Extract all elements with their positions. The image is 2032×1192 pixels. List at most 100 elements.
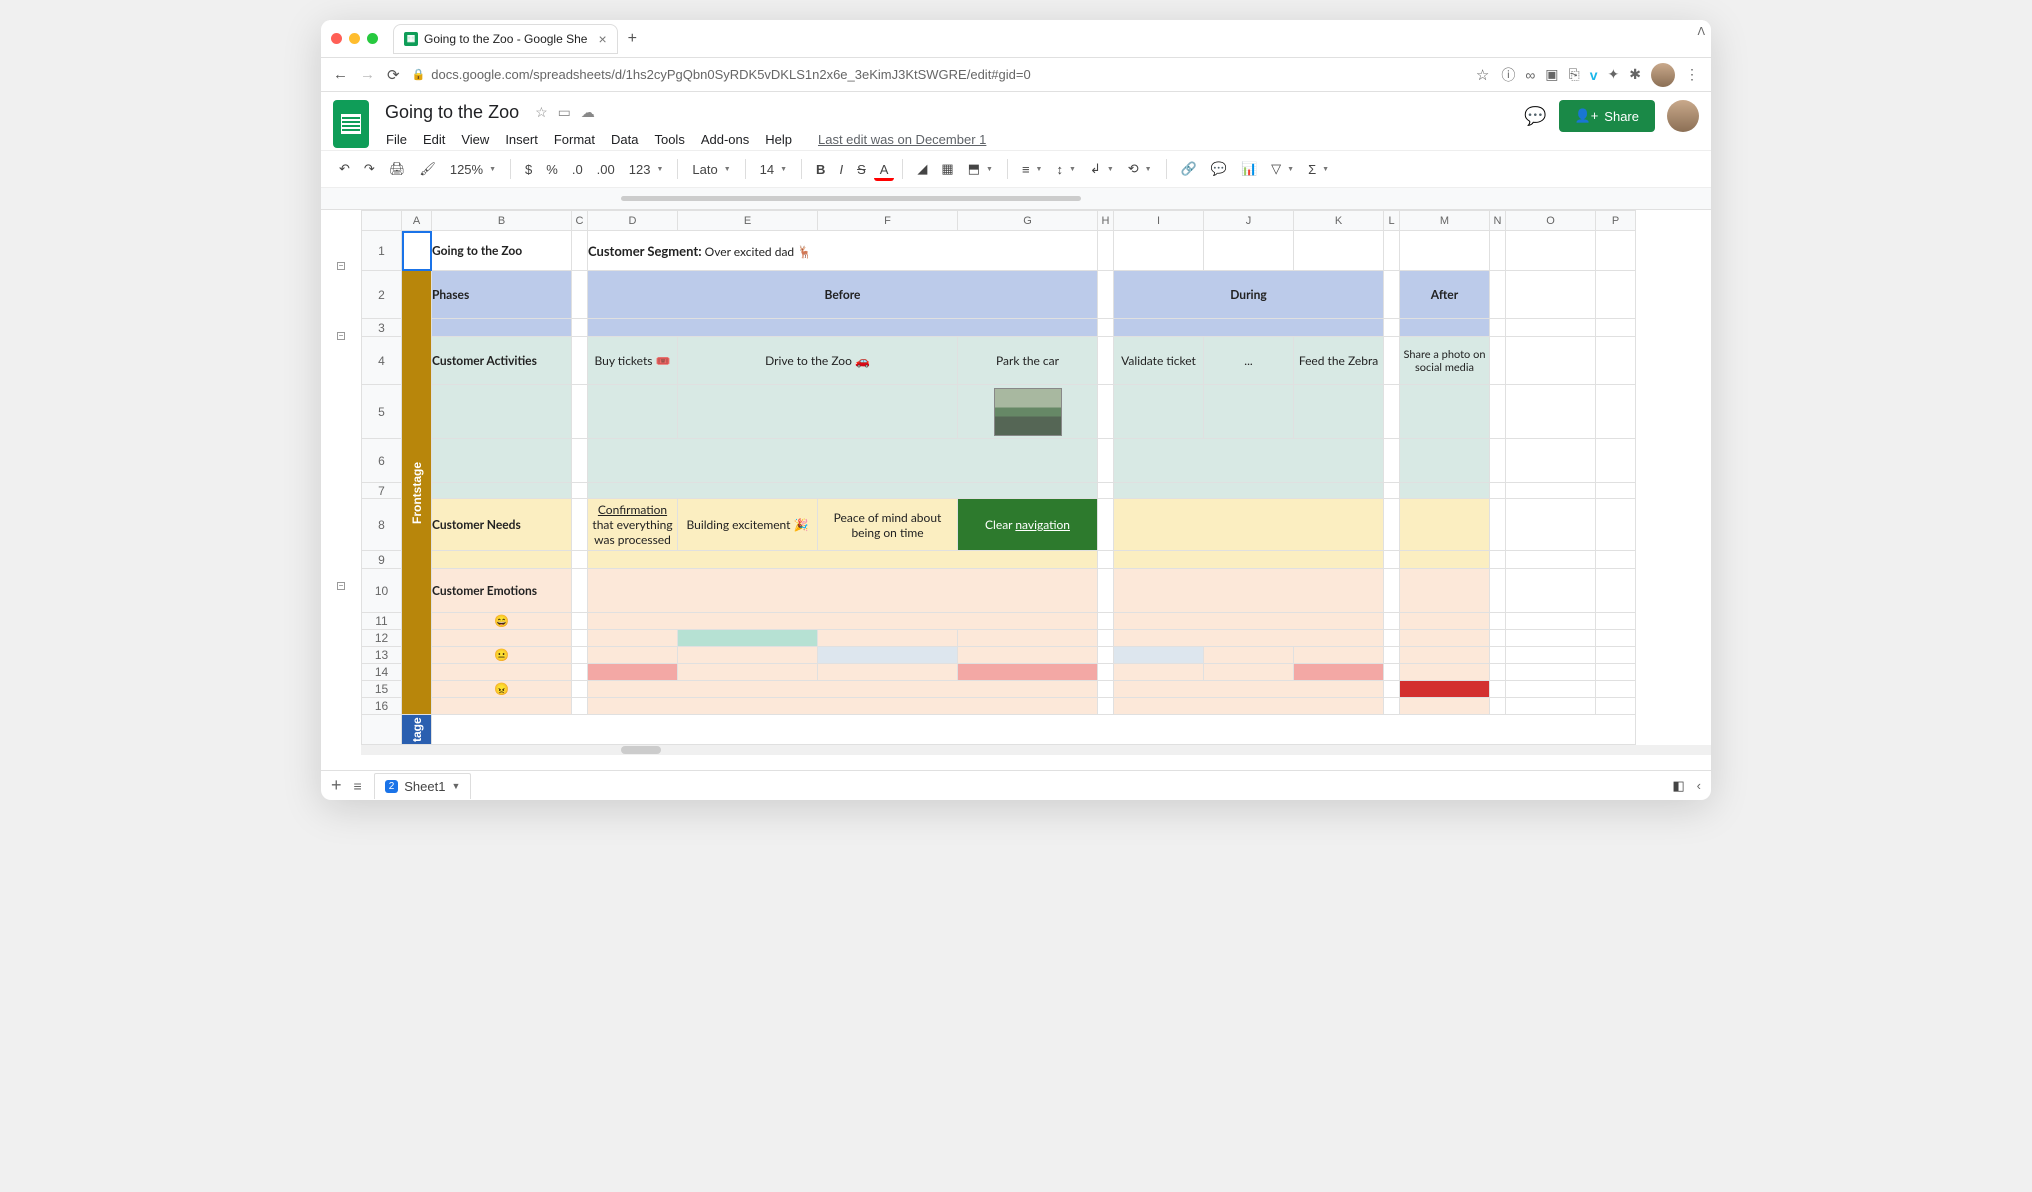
cell-act-validate[interactable]: Validate ticket xyxy=(1114,337,1204,385)
document-title[interactable]: Going to the Zoo xyxy=(379,100,525,125)
extensions-icon[interactable]: ✱ xyxy=(1629,66,1641,83)
row-header[interactable]: 10 xyxy=(362,569,402,613)
bold-button[interactable]: B xyxy=(810,158,831,181)
explore-button[interactable]: ◧ xyxy=(1672,778,1684,794)
menu-edit[interactable]: Edit xyxy=(416,129,452,150)
emotion-bar-ltblue-2[interactable] xyxy=(1114,647,1204,664)
info-icon[interactable]: ⓘ xyxy=(1501,65,1515,85)
font-select[interactable]: Lato xyxy=(686,158,736,181)
star-icon[interactable]: ☆ xyxy=(535,104,548,121)
cell-need-peace[interactable]: Peace of mind about being on time xyxy=(818,499,958,551)
share-button[interactable]: 👤+ Share xyxy=(1559,100,1655,132)
cell-parking-image[interactable] xyxy=(958,385,1098,439)
col-header[interactable]: J xyxy=(1204,211,1294,231)
cell-emotions-label[interactable]: Customer Emotions xyxy=(432,569,572,613)
cell-segment[interactable]: Customer Segment: Over excited dad 🦌 xyxy=(588,231,1098,271)
row-header[interactable]: 14 xyxy=(362,664,402,681)
block-ext-icon[interactable]: ▣ xyxy=(1545,66,1558,83)
print-button[interactable]: 🖨 xyxy=(383,157,412,181)
row-header[interactable]: 15 xyxy=(362,681,402,698)
emotion-bar-pink-2[interactable] xyxy=(958,664,1098,681)
col-header[interactable]: N xyxy=(1490,211,1506,231)
close-window-button[interactable] xyxy=(331,33,342,44)
percent-button[interactable]: % xyxy=(540,158,564,181)
halign-button[interactable]: ≡ xyxy=(1016,158,1049,181)
col-header[interactable]: G xyxy=(958,211,1098,231)
comments-icon[interactable]: 💬 xyxy=(1524,106,1546,127)
cell-title[interactable]: Going to the Zoo xyxy=(432,231,572,271)
sheets-logo-icon[interactable] xyxy=(333,100,369,148)
inc-decimal-button[interactable]: .00 xyxy=(591,158,621,181)
menu-help[interactable]: Help xyxy=(758,129,799,150)
all-sheets-button[interactable]: ≡ xyxy=(354,778,362,794)
menu-addons[interactable]: Add-ons xyxy=(694,129,756,150)
horizontal-scrollbar[interactable] xyxy=(361,745,1711,755)
cell-need-excite[interactable]: Building excitement 🎉 xyxy=(678,499,818,551)
currency-button[interactable]: $ xyxy=(519,158,538,181)
wrap-button[interactable]: ↲ xyxy=(1084,157,1120,181)
row-header[interactable]: 6 xyxy=(362,439,402,483)
url-field[interactable]: 🔒 docs.google.com/spreadsheets/d/1hs2cyP… xyxy=(412,67,1464,82)
col-header[interactable]: I xyxy=(1114,211,1204,231)
dec-decimal-button[interactable]: .0 xyxy=(566,158,589,181)
cell-need-confirm[interactable]: Confirmationthat everything was processe… xyxy=(588,499,678,551)
select-all-corner[interactable] xyxy=(362,211,402,231)
formula-bar-area[interactable] xyxy=(321,188,1711,210)
col-header[interactable]: P xyxy=(1596,211,1636,231)
last-edit-link[interactable]: Last edit was on December 1 xyxy=(811,129,993,150)
cloud-status-icon[interactable]: ☁ xyxy=(581,104,595,121)
sheet-tab[interactable]: 2 Sheet1 ▼ xyxy=(374,773,472,799)
browser-tab[interactable]: ▦ Going to the Zoo - Google She × xyxy=(393,24,618,54)
row-header[interactable]: 9 xyxy=(362,551,402,569)
row-header[interactable]: 1 xyxy=(362,231,402,271)
fill-color-button[interactable]: ◢ xyxy=(911,157,933,181)
col-header[interactable]: M xyxy=(1400,211,1490,231)
menu-data[interactable]: Data xyxy=(604,129,645,150)
row-header[interactable]: 5 xyxy=(362,385,402,439)
cell-need-nav[interactable]: Clear navigation xyxy=(958,499,1098,551)
cell-phases-label[interactable]: Phases xyxy=(432,271,572,319)
col-header[interactable]: D xyxy=(588,211,678,231)
text-color-button[interactable]: A xyxy=(874,158,895,181)
row-header[interactable]: 12 xyxy=(362,630,402,647)
move-icon[interactable]: ▭ xyxy=(558,104,571,121)
cell-emoji-happy[interactable]: 😄 xyxy=(432,613,572,630)
cell-activities-label[interactable]: Customer Activities xyxy=(432,337,572,385)
save-ext-icon[interactable]: ⎘ xyxy=(1569,66,1580,83)
link-ext-icon[interactable]: ∞ xyxy=(1525,67,1535,83)
emotion-bar-ltblue[interactable] xyxy=(818,647,958,664)
col-header[interactable]: O xyxy=(1506,211,1596,231)
cell-A1-selected[interactable] xyxy=(402,231,432,271)
italic-button[interactable]: I xyxy=(833,158,849,181)
back-button[interactable]: ← xyxy=(333,66,348,83)
emotion-bar-pink-3[interactable] xyxy=(1294,664,1384,681)
cell-act-drive[interactable]: Drive to the Zoo 🚗 xyxy=(678,337,958,385)
col-header[interactable]: C xyxy=(572,211,588,231)
cell-emoji-sad[interactable]: 😠 xyxy=(432,681,572,698)
cell-emoji-neutral[interactable]: 😐 xyxy=(432,647,572,664)
row-header[interactable]: 8 xyxy=(362,499,402,551)
col-header[interactable]: K xyxy=(1294,211,1384,231)
cell-needs-label[interactable]: Customer Needs xyxy=(432,499,572,551)
link-button[interactable]: 🔗 xyxy=(1175,157,1203,181)
col-header[interactable]: A xyxy=(402,211,432,231)
undo-button[interactable]: ↶ xyxy=(333,157,356,181)
row-header[interactable]: 2 xyxy=(362,271,402,319)
vimeo-ext-icon[interactable]: v xyxy=(1590,67,1598,83)
col-header[interactable]: E xyxy=(678,211,818,231)
cell-act-feed[interactable]: Feed the Zebra xyxy=(1294,337,1384,385)
menu-format[interactable]: Format xyxy=(547,129,602,150)
valign-button[interactable]: ↕ xyxy=(1050,158,1081,181)
menu-dots-icon[interactable]: ⋮ xyxy=(1685,66,1699,83)
filter-button[interactable]: ▽ xyxy=(1265,157,1300,181)
comment-button[interactable]: 💬 xyxy=(1205,157,1233,181)
cell-phase-before[interactable]: Before xyxy=(588,271,1098,319)
emotion-bar-red[interactable] xyxy=(1400,681,1490,698)
cell-act-buy[interactable]: Buy tickets 🎟️ xyxy=(588,337,678,385)
add-sheet-button[interactable]: + xyxy=(331,775,342,796)
col-header[interactable]: F xyxy=(818,211,958,231)
group-toggle-2[interactable]: − xyxy=(337,332,345,340)
expand-footer-icon[interactable]: ‹ xyxy=(1697,778,1701,793)
menu-tools[interactable]: Tools xyxy=(647,129,691,150)
forward-button[interactable]: → xyxy=(360,66,375,83)
